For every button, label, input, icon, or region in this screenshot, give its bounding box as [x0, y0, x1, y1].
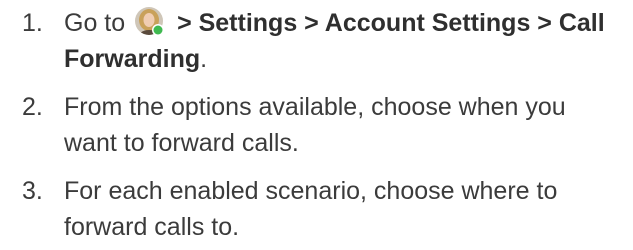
step-2: 2. From the options available, choose wh…	[0, 89, 633, 161]
step-number: 3.	[22, 177, 43, 205]
step-1: 1. Go to > Settings > Account Settings >…	[0, 0, 633, 77]
step-suffix: .	[200, 45, 208, 73]
step-number: 2.	[22, 93, 43, 121]
step-text: For each enabled scenario, choose where …	[64, 177, 558, 241]
step-number: 1.	[22, 9, 43, 37]
instruction-steps: 1. Go to > Settings > Account Settings >…	[0, 0, 633, 245]
step-prefix: Go to	[64, 9, 126, 37]
user-avatar-icon	[134, 6, 166, 38]
step-3: 3. For each enabled scenario, choose whe…	[0, 173, 633, 245]
presence-status-icon	[153, 25, 163, 35]
step-text: From the options available, choose when …	[64, 93, 566, 157]
